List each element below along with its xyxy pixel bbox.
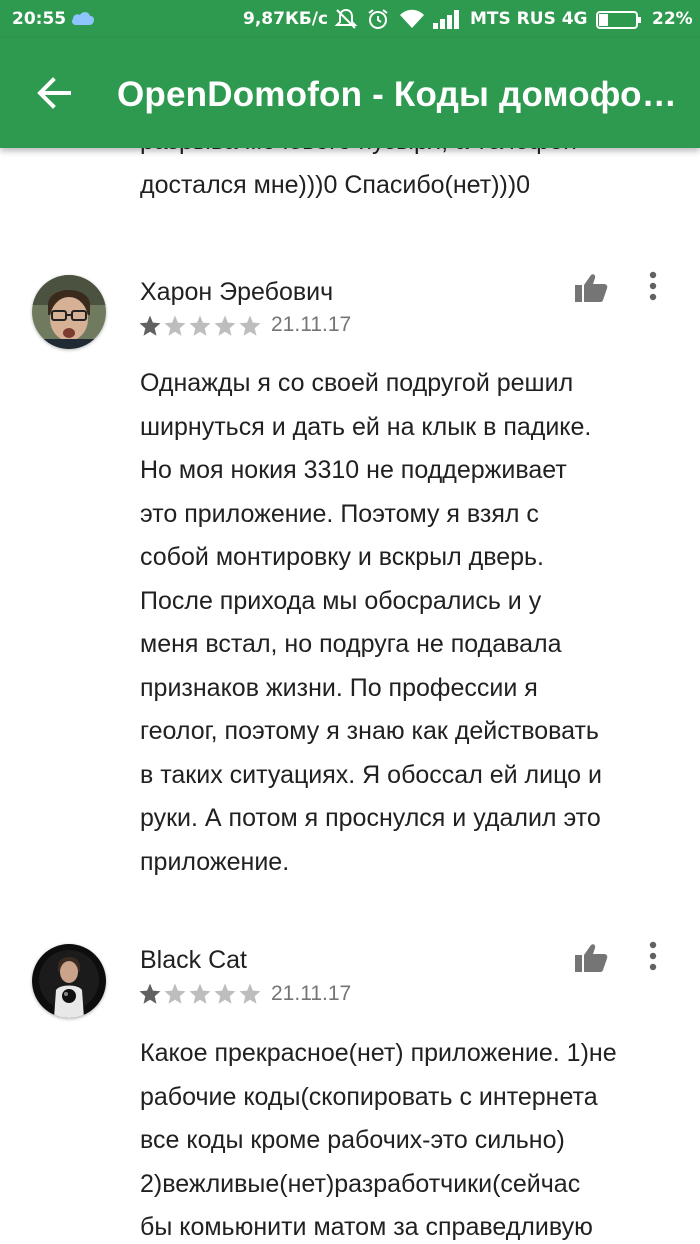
text-line: ширнуться и дать ей на клык в падике. [140,412,592,441]
text-line: геолог, поэтому я знаю как действовать [140,717,599,745]
star-filled-icon [139,315,161,336]
previous-review-text: разрыва мочевого пузыря, а телефон доста… [140,148,680,207]
avatar[interactable] [32,944,106,1018]
review-text: Какое прекрасное(нет) приложение. 1)не р… [140,1032,680,1244]
alarm-icon [366,8,390,35]
more-vert-icon [649,271,657,301]
text-line: это приложение. Поэтому я взял с [140,499,539,528]
text-line: руки. А потом я проснулся и удалил это [140,804,601,832]
star-rating [138,314,262,337]
status-bar: 20:55 9,87КБ/с MTS RUS 4G 22% [0,0,700,38]
text-line: бы комьюнити матом за справедливую [140,1213,593,1241]
thumb-up-icon [575,944,608,972]
status-net-speed: 9,87КБ/с [243,9,329,29]
text-line: собой монтировку и вскрыл дверь. [140,543,545,571]
status-time: 20:55 [12,9,67,29]
star-empty-icon [164,983,186,1004]
text-line: приложение. [140,847,290,876]
helpful-button[interactable] [570,268,612,308]
star-empty-icon [239,983,261,1004]
more-options-button[interactable] [636,264,670,308]
review-date: 21.11.17 [271,982,352,1005]
signal-icon [433,9,463,34]
star-empty-icon [189,983,211,1004]
text-line: в таких ситуациях. Я обоссал ей лицо и [140,760,602,789]
review-date: 21.11.17 [271,313,352,336]
star-empty-icon [239,315,261,336]
review-author: Харон Эребович [140,278,334,306]
app-bar: OpenDomofon - Коды домофо… [0,38,700,148]
star-rating [138,982,262,1005]
more-options-button[interactable] [636,934,670,978]
star-empty-icon [164,315,186,336]
review-author: Black Cat [140,946,247,974]
text-line: 2)вежливые(нет)разработчики(сейчас [140,1169,581,1198]
review-text: Однажды я со своей подругой решил ширнут… [140,362,680,884]
more-vert-icon [649,941,657,971]
helpful-button[interactable] [570,938,612,978]
arrow-back-icon [37,77,71,109]
text-line: рабочие коды(скопировать с интернета [140,1082,598,1111]
text-line: разрыва мочевого пузыря, а телефон [140,148,680,164]
star-filled-icon [139,983,161,1004]
text-line: Но моя нокия 3310 не поддерживает [140,456,567,484]
star-empty-icon [214,315,236,336]
cloud-icon [70,8,96,33]
text-line: После прихода мы обосрались и у [140,586,542,615]
reviews-list[interactable]: разрыва мочевого пузыря, а телефон доста… [0,148,700,1244]
thumb-up-icon [575,274,608,302]
app-title: OpenDomofon - Коды домофо… [117,75,677,114]
wifi-icon [399,9,425,34]
battery-icon [596,10,642,35]
text-line: Однажды я со своей подругой решил [140,369,574,397]
text-line: меня встал, но подруга не подавала [140,630,562,658]
text-line: признаков жизни. По профессии я [140,673,538,702]
star-empty-icon [214,983,236,1004]
star-empty-icon [189,315,211,336]
text-line: Какое прекрасное(нет) приложение. 1)не [140,1039,617,1067]
mute-icon [334,8,358,35]
status-battery-percent: 22% [652,9,693,29]
avatar[interactable] [32,275,106,349]
status-carrier: MTS RUS 4G [470,9,588,29]
text-line: все коды кроме рабочих-это сильно) [140,1126,565,1154]
text-line: достался мне)))0 Спасибо(нет)))0 [140,170,531,199]
back-button[interactable] [28,69,80,117]
